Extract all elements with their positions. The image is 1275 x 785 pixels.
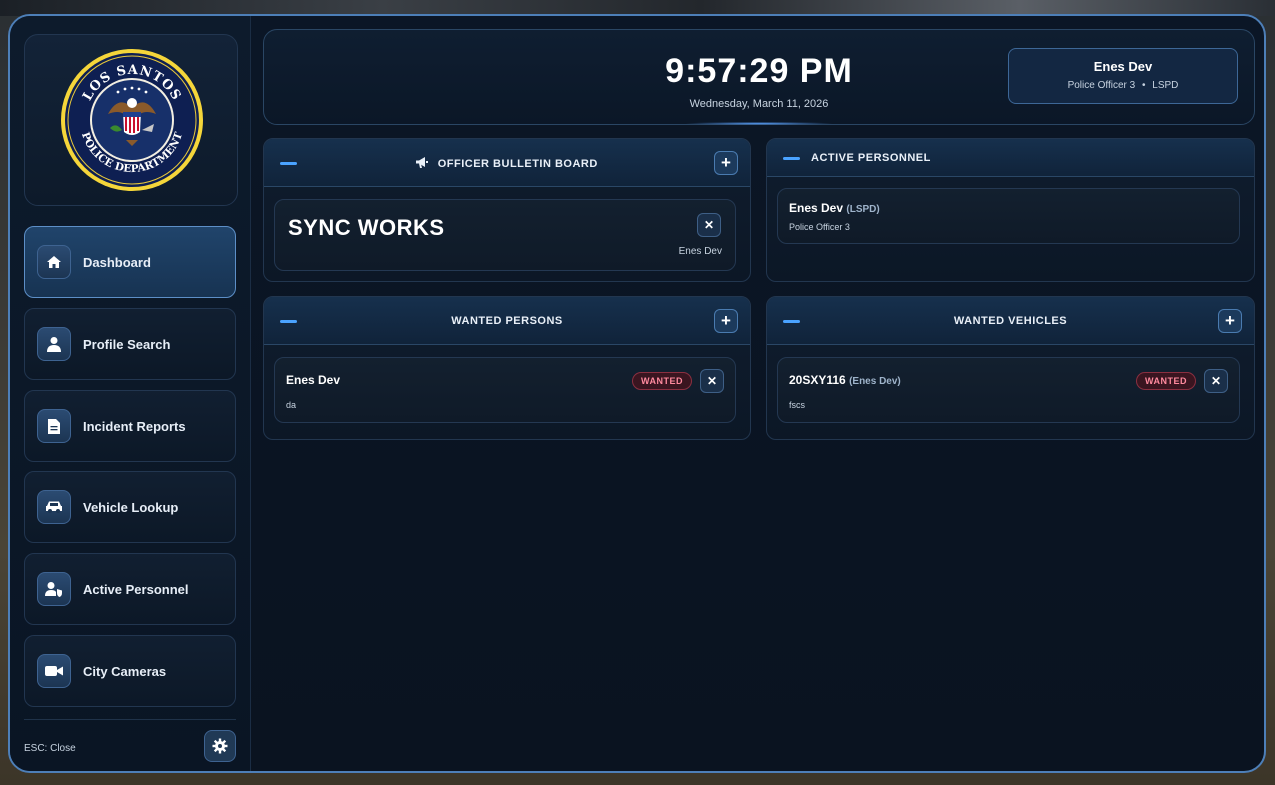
megaphone-icon xyxy=(416,157,429,168)
panel-title: OFFICER BULLETIN BOARD xyxy=(264,157,750,170)
delete-bulletin-button[interactable]: ✕ xyxy=(697,213,721,237)
panel-header: WANTED PERSONS + xyxy=(264,297,750,345)
wanted-vehicle-entry: 20SXY116 (Enes Dev) fscs WANTED ✕ xyxy=(777,357,1240,423)
officer-name-line: Enes Dev (LSPD) xyxy=(789,201,880,215)
mdt-tablet: LOS SANTOS POLICE DEPARTMENT Dashboard P… xyxy=(8,14,1266,773)
sidebar-item-city-cameras[interactable]: City Cameras xyxy=(24,635,236,707)
bulletin-author: Enes Dev xyxy=(678,246,722,257)
sidebar-footer: ESC: Close xyxy=(24,719,236,771)
wanted-person-entry: Enes Dev da WANTED ✕ xyxy=(274,357,736,423)
user-rank-line: Police Officer 3 • LSPD xyxy=(1009,80,1237,91)
wanted-vehicle-note: fscs xyxy=(789,400,806,410)
officer-rank: Police Officer 3 xyxy=(789,222,850,232)
settings-button[interactable] xyxy=(204,730,236,762)
officer-dept: (LSPD) xyxy=(846,204,880,215)
sidebar-item-label: Dashboard xyxy=(83,254,151,270)
document-icon xyxy=(37,409,71,443)
close-hint: ESC: Close xyxy=(24,743,76,754)
panel-title: WANTED VEHICLES xyxy=(953,315,1068,327)
collapse-button[interactable] xyxy=(783,157,800,160)
bulletin-post: SYNC WORKS Enes Dev ✕ xyxy=(274,199,736,271)
vehicle-plate: 20SXY116 xyxy=(789,373,846,387)
remove-wanted-vehicle-button[interactable]: ✕ xyxy=(1204,369,1228,393)
wanted-person-name: Enes Dev xyxy=(286,373,341,387)
sidebar: LOS SANTOS POLICE DEPARTMENT Dashboard P… xyxy=(10,16,251,771)
gear-icon xyxy=(212,738,228,754)
lspd-seal-logo: LOS SANTOS POLICE DEPARTMENT xyxy=(61,49,203,191)
home-icon xyxy=(37,245,71,279)
wanted-person-note: da xyxy=(286,400,297,410)
add-wanted-vehicle-button[interactable]: + xyxy=(1218,309,1242,333)
wanted-vehicles-panel: WANTED VEHICLES + 20SXY116 (Enes Dev) fs… xyxy=(766,296,1255,440)
sidebar-item-vehicle-lookup[interactable]: Vehicle Lookup xyxy=(24,471,236,543)
header: 9:57:29 PM Wednesday, March 11, 2026 Ene… xyxy=(263,29,1255,125)
sidebar-item-dashboard[interactable]: Dashboard xyxy=(24,226,236,298)
user-card: Enes Dev Police Officer 3 • LSPD xyxy=(1008,48,1238,104)
sidebar-item-label: Vehicle Lookup xyxy=(83,499,179,515)
sidebar-item-profile-search[interactable]: Profile Search xyxy=(24,308,236,380)
add-bulletin-button[interactable]: + xyxy=(714,151,738,175)
sidebar-item-label: Profile Search xyxy=(83,336,171,352)
panel-header: OFFICER BULLETIN BOARD + xyxy=(264,139,750,187)
car-icon xyxy=(37,490,71,524)
sidebar-item-active-personnel[interactable]: Active Personnel xyxy=(24,553,236,625)
vehicle-owner: (Enes Dev) xyxy=(849,376,901,387)
sidebar-item-label: Incident Reports xyxy=(83,418,186,434)
officer-entry: Enes Dev (LSPD) Police Officer 3 xyxy=(777,188,1240,244)
bulletin-board-panel: OFFICER BULLETIN BOARD + SYNC WORKS Enes… xyxy=(263,138,751,282)
panel-header: WANTED VEHICLES + xyxy=(767,297,1254,345)
officer-name: Enes Dev xyxy=(789,201,844,215)
department-logo-card: LOS SANTOS POLICE DEPARTMENT xyxy=(24,34,238,206)
header-glow xyxy=(684,122,834,125)
user-rank: Police Officer 3 xyxy=(1067,80,1136,91)
active-personnel-panel: ACTIVE PERSONNEL Enes Dev (LSPD) Police … xyxy=(766,138,1255,282)
wanted-badge: WANTED xyxy=(632,372,692,390)
sidebar-item-label: Active Personnel xyxy=(83,581,189,597)
sidebar-item-label: City Cameras xyxy=(83,663,167,679)
panel-header: ACTIVE PERSONNEL xyxy=(767,139,1254,177)
panel-title: WANTED PERSONS xyxy=(451,315,563,327)
user-name: Enes Dev xyxy=(1093,59,1153,74)
add-wanted-person-button[interactable]: + xyxy=(714,309,738,333)
wanted-badge: WANTED xyxy=(1136,372,1196,390)
separator: • xyxy=(1141,80,1146,91)
user-department: LSPD xyxy=(1152,80,1179,91)
video-camera-icon xyxy=(37,654,71,688)
user-icon xyxy=(37,327,71,361)
wanted-vehicle-title: 20SXY116 (Enes Dev) xyxy=(789,373,901,387)
user-shield-icon xyxy=(37,572,71,606)
remove-wanted-person-button[interactable]: ✕ xyxy=(700,369,724,393)
panel-title: ACTIVE PERSONNEL xyxy=(811,152,931,164)
panel-title-text: OFFICER BULLETIN BOARD xyxy=(437,158,598,170)
bulletin-text: SYNC WORKS xyxy=(288,215,445,240)
wanted-persons-panel: WANTED PERSONS + Enes Dev da WANTED ✕ xyxy=(263,296,751,440)
sidebar-item-incident-reports[interactable]: Incident Reports xyxy=(24,390,236,462)
